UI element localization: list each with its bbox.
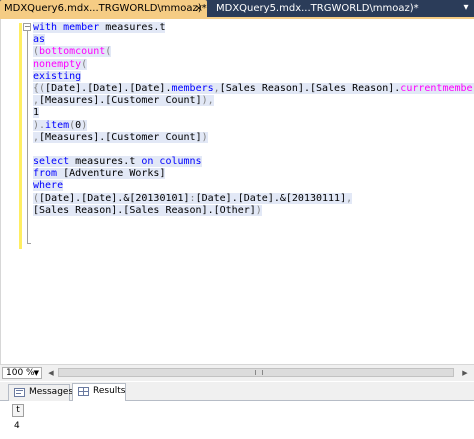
query-editor[interactable]: − with member measures.t as (bottomcount(n… [0, 19, 474, 364]
code-token: ) [81, 119, 88, 131]
code-line[interactable]: existing [33, 70, 474, 83]
editor-status-row: 100 % ▼ ◀ ▶ [0, 364, 474, 381]
tab-mdxquery6[interactable]: MDXQuery6.mdx...TRGWORLD\mmoaz)* × [0, 0, 207, 17]
code-line-text: nonempty( [33, 58, 88, 70]
outline-line [27, 31, 28, 243]
code-token: [Measures].[Customer Count] [39, 131, 202, 143]
zoom-select[interactable]: 100 % ▼ [2, 367, 42, 379]
code-token: on columns [141, 156, 202, 168]
code-line-text: (bottomcount( [33, 46, 112, 58]
code-token: {( [33, 82, 46, 94]
grid-corner [2, 404, 12, 418]
code-line[interactable]: from [Adventure Works] [33, 168, 474, 180]
code-line[interactable]: ).item(0) [33, 119, 474, 132]
code-token: existing [33, 70, 82, 82]
code-token: ) [201, 131, 208, 143]
code-line[interactable]: (bottomcount( [33, 46, 474, 58]
code-line-text: as [33, 34, 46, 46]
code-token: [Sales Reason].[Sales Reason].[Other] [33, 204, 256, 216]
code-token: with member [33, 22, 100, 33]
code-line-text: ([Date].[Date].&[20130101]:[Date].[Date]… [33, 192, 353, 204]
code-line-text: select measures.t on columns [33, 156, 202, 168]
results-tab-strip: Messages Results [0, 382, 474, 401]
tab-messages-label: Messages [29, 387, 74, 397]
code-token: members [171, 82, 214, 94]
code-token: [Date].[Date].&[20130101] [39, 192, 190, 204]
code-line[interactable]: {([Date].[Date].[Date].members,[Sales Re… [33, 82, 474, 95]
code-line-text: 1 [33, 107, 40, 119]
code-token: from [33, 168, 58, 180]
code-token: [Adventure Works] [57, 168, 166, 180]
code-token: item [45, 119, 70, 131]
code-line[interactable]: ,[Measures].[Customer Count]), [33, 95, 474, 107]
change-tracking-bar [19, 23, 22, 249]
tab-results[interactable]: Results [72, 383, 126, 401]
code-line[interactable]: select measures.t on columns [33, 156, 474, 168]
zoom-value: 100 % [6, 368, 35, 378]
code-token: [Date].[Date].[Date]. [45, 82, 172, 94]
column-header[interactable]: t [12, 404, 24, 417]
code-token: ). [33, 119, 46, 131]
code-line[interactable]: ,[Measures].[Customer Count]) [33, 131, 474, 144]
code-line-text: ).item(0) [33, 119, 88, 131]
grid-cell[interactable]: 4 [12, 420, 28, 432]
code-text[interactable]: with member measures.t as (bottomcount(non… [33, 22, 474, 217]
code-line[interactable]: ([Date].[Date].&[20130101]:[Date].[Date]… [33, 192, 474, 205]
code-token: ) [255, 204, 262, 216]
tab-mdxquery5[interactable]: MDXQuery5.mdx...TRGWORLD\mmoaz)* [212, 0, 419, 17]
code-token: measures.t [99, 22, 166, 33]
code-token: currentmember [400, 82, 474, 94]
grip-icon [255, 370, 263, 375]
tab-messages[interactable]: Messages [8, 384, 74, 401]
scroll-left-icon[interactable]: ◀ [46, 368, 56, 378]
code-line-text: from [Adventure Works] [33, 168, 166, 180]
code-token: , [346, 192, 353, 204]
code-token: ), [201, 95, 214, 107]
code-token: where [33, 180, 64, 192]
code-line[interactable]: with member measures.t [33, 22, 474, 34]
code-line-text: existing [33, 70, 82, 82]
code-line-text: [Sales Reason].[Sales Reason].[Other]) [33, 204, 262, 216]
chevron-down-icon: ▼ [33, 369, 39, 377]
code-token: ( [105, 46, 112, 58]
scroll-right-icon[interactable]: ▶ [460, 368, 470, 378]
tab-label: MDXQuery5.mdx...TRGWORLD\mmoaz)* [216, 3, 419, 14]
code-line[interactable] [33, 144, 474, 156]
code-token: 1 [33, 107, 40, 119]
messages-icon [14, 388, 25, 397]
scrollbar-thumb[interactable] [58, 368, 454, 377]
code-line[interactable]: [Sales Reason].[Sales Reason].[Other]) [33, 204, 474, 217]
code-token: measures.t [69, 156, 142, 168]
code-line-text: with member measures.t [33, 22, 166, 33]
document-tab-bar: MDXQuery6.mdx...TRGWORLD\mmoaz)* × MDXQu… [0, 0, 474, 19]
tab-label: MDXQuery6.mdx...TRGWORLD\mmoaz)* [4, 3, 207, 14]
horizontal-scrollbar[interactable] [58, 368, 456, 378]
tab-dropdown-icon[interactable]: ▾ [460, 2, 472, 14]
code-token: as [33, 34, 46, 46]
code-line-text: {([Date].[Date].[Date].members,[Sales Re… [33, 82, 474, 94]
code-token: select [33, 156, 70, 168]
code-token: ( [81, 58, 88, 70]
code-line-text: where [33, 180, 64, 192]
collapse-icon[interactable]: − [23, 23, 31, 31]
code-line[interactable]: nonempty( [33, 58, 474, 71]
results-grid: t 4 [0, 401, 474, 439]
code-token: nonempty [33, 58, 82, 70]
code-line[interactable]: 1 [33, 107, 474, 119]
code-line-text: ,[Measures].[Customer Count]) [33, 131, 208, 143]
tab-results-label: Results [93, 386, 126, 396]
outline-end [27, 243, 31, 244]
code-token: [Sales Reason].[Sales Reason]. [219, 82, 401, 94]
code-line[interactable]: as [33, 34, 474, 46]
code-token: bottomcount [39, 46, 106, 58]
grid-icon [78, 387, 89, 396]
tab-close-icon[interactable]: × [195, 0, 203, 17]
code-line-text: ,[Measures].[Customer Count]), [33, 95, 214, 107]
code-token: [Measures].[Customer Count] [39, 95, 202, 107]
code-token: [Date].[Date].&[20130111] [195, 192, 347, 204]
code-line[interactable]: where [33, 180, 474, 192]
